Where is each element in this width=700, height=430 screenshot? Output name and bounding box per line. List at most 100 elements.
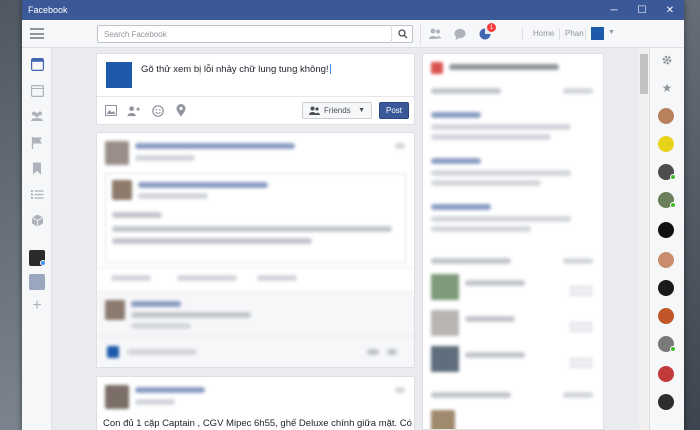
suggestion-thumbnail[interactable] [431, 346, 459, 372]
list-text-line [431, 134, 551, 140]
list-link-line[interactable] [431, 112, 481, 118]
like-action[interactable] [111, 275, 151, 281]
feed-post [96, 132, 415, 368]
chat-contact-avatar[interactable] [658, 252, 674, 268]
suggestion-thumbnail[interactable] [431, 410, 455, 429]
profile-avatar[interactable] [591, 27, 604, 40]
shortcut-app-icon[interactable] [29, 274, 45, 290]
shared-meta-line [138, 193, 208, 199]
home-link[interactable]: Home [533, 29, 554, 38]
scrollbar[interactable] [639, 48, 649, 430]
left-rail: + [22, 48, 52, 430]
feeling-icon[interactable] [151, 104, 164, 117]
camera-icon[interactable] [367, 349, 379, 355]
maximize-button[interactable]: ☐ [628, 0, 656, 20]
online-indicator [670, 202, 676, 208]
suggestion-action-button[interactable] [570, 286, 592, 296]
suggestion-action-button[interactable] [570, 322, 592, 332]
post-author-avatar [105, 385, 129, 409]
post-menu-icon[interactable] [395, 143, 405, 149]
see-all-link[interactable] [563, 258, 593, 264]
chat-sidebar: ★ [649, 48, 684, 430]
birthday-text-line [449, 64, 559, 70]
notification-badge: 1 [487, 23, 496, 32]
post-menu-icon[interactable] [395, 387, 405, 393]
favorites-icon[interactable]: ★ [659, 80, 675, 96]
online-indicator [670, 174, 676, 180]
search-input[interactable]: Search Facebook [97, 25, 413, 43]
list-link-line[interactable] [431, 204, 491, 210]
write-comment-input[interactable] [127, 349, 197, 355]
chat-contact-avatar[interactable] [658, 222, 674, 238]
news-feed-icon[interactable] [29, 56, 45, 72]
chat-contact-avatar[interactable] [658, 136, 674, 152]
text-cursor [329, 64, 331, 75]
audience-label: Friends [324, 106, 351, 115]
feed-post: Con đủ 1 cặp Captain , CGV Mipec 6h55, g… [96, 376, 415, 430]
chat-contact-avatar[interactable] [658, 280, 674, 296]
hamburger-menu-icon[interactable] [30, 28, 44, 39]
post-meta-line [135, 155, 195, 161]
location-icon[interactable] [174, 104, 187, 117]
messages-icon[interactable] [453, 27, 467, 41]
suggestion-thumbnail[interactable] [431, 310, 459, 336]
see-all-link[interactable] [563, 88, 593, 94]
comment-action[interactable] [177, 275, 237, 281]
list-text-line [431, 124, 571, 130]
pages-icon[interactable] [29, 134, 45, 150]
events-icon[interactable] [29, 82, 45, 98]
suggestion-thumbnail[interactable] [431, 274, 459, 300]
scrollbar-thumb[interactable] [640, 54, 648, 94]
right-column [422, 53, 604, 430]
post-meta-line [135, 399, 175, 405]
shared-author-line [138, 182, 268, 188]
section-heading-line [431, 392, 511, 398]
add-shortcut-icon[interactable]: + [29, 297, 45, 314]
composer-input[interactable]: Gõ thử xem bị lỗi nhảy chữ lung tung khô… [141, 64, 331, 75]
post-button[interactable]: Post [379, 102, 409, 119]
suggestion-text-line [465, 352, 525, 358]
chat-contact-avatar[interactable] [658, 308, 674, 324]
audience-selector[interactable]: Friends ▼ [302, 102, 372, 119]
chevron-down-icon: ▼ [358, 107, 365, 114]
list-link-line[interactable] [431, 158, 481, 164]
comment-meta-line [131, 323, 191, 329]
nav-divider [420, 24, 421, 44]
chat-contact-avatar[interactable] [658, 394, 674, 410]
list-text-line [431, 216, 571, 222]
post-author-avatar [105, 141, 129, 165]
title-bar: Facebook ─ ☐ ✕ [22, 0, 684, 20]
account-menu-caret-icon[interactable]: ▼ [608, 29, 615, 36]
settings-icon[interactable] [659, 52, 675, 68]
apps-icon[interactable] [29, 212, 45, 228]
online-indicator [670, 346, 676, 352]
list-text-line [431, 226, 531, 232]
list-text-line [431, 180, 541, 186]
friend-requests-icon[interactable] [428, 27, 442, 41]
photo-icon[interactable] [104, 104, 117, 117]
saved-icon[interactable] [29, 160, 45, 176]
profile-link[interactable]: Phan [565, 29, 584, 38]
see-all-link[interactable] [563, 392, 593, 398]
groups-icon[interactable] [29, 108, 45, 124]
chat-contact-avatar[interactable] [658, 108, 674, 124]
nav-separator [585, 28, 586, 40]
comment-text-line [131, 312, 251, 318]
share-action[interactable] [257, 275, 297, 281]
friends-icon [309, 106, 320, 115]
shared-text-line [112, 226, 392, 232]
sticker-icon[interactable] [387, 349, 397, 355]
search-button[interactable] [391, 25, 413, 43]
nav-separator [522, 28, 523, 40]
comments-section [97, 292, 414, 367]
tag-friends-icon[interactable] [127, 104, 140, 117]
suggestion-action-button[interactable] [570, 358, 592, 368]
lists-icon[interactable] [29, 186, 45, 202]
chat-contact-avatar[interactable] [658, 366, 674, 382]
comment-composer-avatar [107, 346, 119, 358]
shortcut-badge [40, 260, 46, 266]
close-button[interactable]: ✕ [656, 0, 684, 20]
minimize-button[interactable]: ─ [600, 0, 628, 20]
window-title: Facebook [28, 5, 68, 15]
birthday-icon [431, 62, 443, 74]
